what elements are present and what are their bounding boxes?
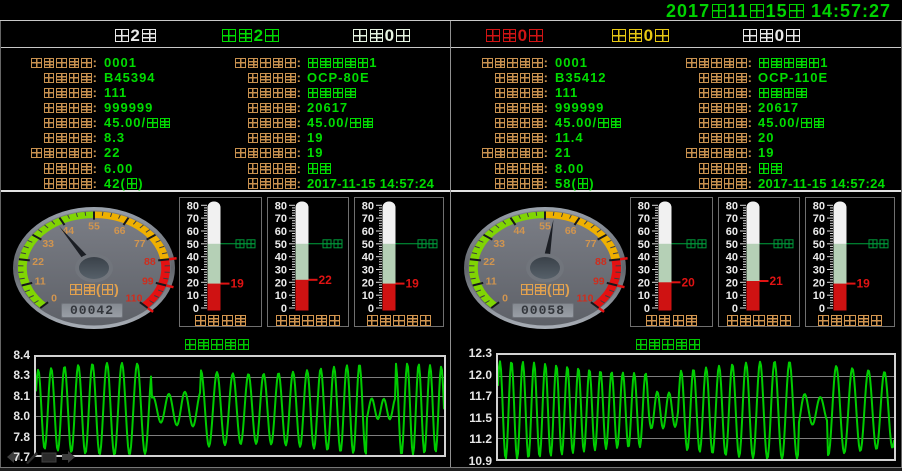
svg-text:80: 80: [187, 200, 199, 212]
svg-text:60: 60: [187, 226, 199, 238]
svg-text:44: 44: [62, 225, 74, 237]
svg-text:30: 30: [362, 265, 374, 277]
svg-text:50: 50: [726, 239, 738, 251]
svg-text:80: 80: [275, 200, 287, 212]
svg-text:30: 30: [638, 265, 650, 277]
svg-text:70: 70: [813, 213, 825, 225]
svg-text:99: 99: [142, 276, 154, 288]
svg-text:19: 19: [406, 277, 420, 291]
svg-text:70: 70: [275, 213, 287, 225]
svg-text:40: 40: [638, 252, 650, 264]
svg-text:40: 40: [187, 252, 199, 264]
svg-text:80: 80: [726, 200, 738, 212]
svg-text:11: 11: [35, 276, 46, 288]
svg-text:66: 66: [114, 225, 126, 237]
svg-text:20: 20: [813, 277, 825, 289]
svg-text:70: 70: [638, 213, 650, 225]
svg-text:10: 10: [726, 290, 738, 302]
svg-text:20: 20: [726, 277, 738, 289]
svg-text:20: 20: [682, 275, 696, 289]
svg-text:80: 80: [362, 200, 374, 212]
svg-text:88: 88: [144, 256, 156, 268]
svg-text:55: 55: [539, 220, 551, 232]
svg-text:40: 40: [726, 252, 738, 264]
svg-text:50: 50: [362, 239, 374, 251]
svg-text:99: 99: [593, 276, 605, 288]
svg-text:50: 50: [638, 239, 650, 251]
svg-text:19: 19: [231, 277, 245, 291]
svg-text:0: 0: [502, 292, 508, 304]
svg-text:19: 19: [857, 277, 871, 291]
svg-text:10: 10: [275, 290, 287, 302]
svg-text:10: 10: [813, 290, 825, 302]
svg-text:80: 80: [813, 200, 825, 212]
svg-text:30: 30: [187, 265, 199, 277]
svg-text:70: 70: [362, 213, 374, 225]
svg-text:33: 33: [493, 238, 505, 250]
svg-text:20: 20: [275, 277, 287, 289]
svg-text:60: 60: [726, 226, 738, 238]
svg-text:40: 40: [275, 252, 287, 264]
svg-text:30: 30: [813, 265, 825, 277]
svg-text:70: 70: [726, 213, 738, 225]
svg-text:55: 55: [88, 220, 100, 232]
svg-text:66: 66: [565, 225, 577, 237]
svg-text:70: 70: [187, 213, 199, 225]
svg-text:21: 21: [770, 274, 784, 288]
svg-text:88: 88: [595, 256, 607, 268]
svg-text:77: 77: [585, 238, 597, 250]
svg-text:40: 40: [813, 252, 825, 264]
svg-text:10: 10: [638, 290, 650, 302]
svg-text:30: 30: [726, 265, 738, 277]
svg-text:33: 33: [42, 238, 54, 250]
svg-text:60: 60: [638, 226, 650, 238]
svg-text:60: 60: [362, 226, 374, 238]
svg-text:50: 50: [275, 239, 287, 251]
svg-text:50: 50: [813, 239, 825, 251]
svg-text:20: 20: [638, 277, 650, 289]
svg-text:22: 22: [319, 273, 333, 287]
svg-text:22: 22: [483, 256, 495, 268]
svg-text:60: 60: [813, 226, 825, 238]
svg-text:60: 60: [275, 226, 287, 238]
svg-text:10: 10: [362, 290, 374, 302]
svg-text:0: 0: [51, 292, 57, 304]
svg-text:20: 20: [187, 277, 199, 289]
svg-text:10: 10: [187, 290, 199, 302]
svg-text:80: 80: [638, 200, 650, 212]
svg-text:77: 77: [134, 238, 146, 250]
svg-text:20: 20: [362, 277, 374, 289]
svg-text:22: 22: [32, 256, 44, 268]
svg-text:50: 50: [187, 239, 199, 251]
svg-text:44: 44: [513, 225, 525, 237]
svg-text:40: 40: [362, 252, 374, 264]
svg-text:30: 30: [275, 265, 287, 277]
svg-text:11: 11: [486, 276, 497, 288]
